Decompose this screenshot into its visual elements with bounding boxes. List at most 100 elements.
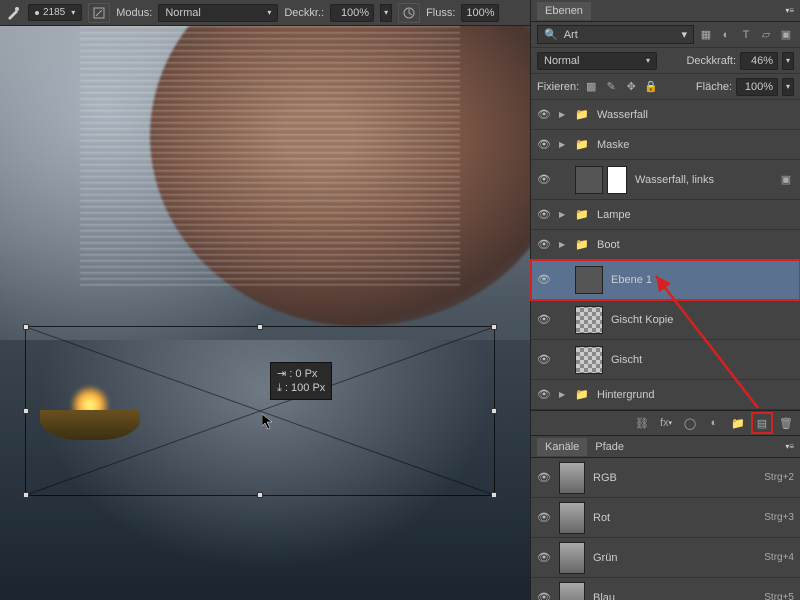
visibility-icon[interactable]: 👁 [537, 273, 551, 286]
layer-item[interactable]: 👁 Gischt Kopie [531, 300, 800, 340]
layer-filter-dropdown[interactable]: 🔍 Art ▾ [537, 25, 694, 44]
visibility-icon[interactable]: 👁 [537, 388, 551, 401]
visibility-icon[interactable]: 👁 [537, 511, 551, 524]
transform-handle[interactable] [257, 492, 263, 498]
layer-group[interactable]: 👁 ▶ 📁 Maske [531, 130, 800, 160]
transform-handle[interactable] [491, 324, 497, 330]
channel-thumbnail[interactable] [559, 542, 585, 574]
document-canvas[interactable] [0, 26, 530, 600]
layer-thumbnail[interactable] [575, 166, 603, 194]
layer-name[interactable]: Wasserfall, links [635, 174, 770, 186]
transform-handle[interactable] [23, 408, 29, 414]
expand-icon[interactable]: ▶ [559, 390, 567, 399]
channel-name[interactable]: Rot [593, 512, 756, 524]
channel-name[interactable]: Blau [593, 592, 756, 600]
expand-icon[interactable]: ▶ [559, 210, 567, 219]
pressure-opacity-toggle[interactable] [398, 3, 420, 23]
panel-menu-icon[interactable]: ▾≡ [785, 6, 794, 15]
expand-icon[interactable]: ▶ [559, 240, 567, 249]
filter-shape-icon[interactable]: ▱ [758, 27, 774, 43]
layer-group[interactable]: 👁 ▶ 📁 Hintergrund [531, 380, 800, 410]
layer-name[interactable]: Hintergrund [597, 389, 794, 401]
channel-item[interactable]: 👁 Grün Strg+4 [531, 538, 800, 578]
layer-name[interactable]: Gischt [611, 354, 794, 366]
visibility-icon[interactable]: 👁 [537, 313, 551, 326]
transform-handle[interactable] [491, 408, 497, 414]
visibility-icon[interactable]: 👁 [537, 238, 551, 251]
visibility-icon[interactable]: 👁 [537, 208, 551, 221]
lock-pixels-icon[interactable]: ✎ [603, 79, 619, 95]
layer-group[interactable]: 👁 ▶ 📁 Wasserfall [531, 100, 800, 130]
fill-input[interactable]: 100% [736, 78, 778, 96]
panel-menu-icon[interactable]: ▾≡ [785, 442, 794, 451]
new-group-icon[interactable]: 📁 [730, 415, 746, 431]
layer-name[interactable]: Lampe [597, 209, 794, 221]
visibility-icon[interactable]: 👁 [537, 173, 551, 186]
filter-type-icon[interactable]: T [738, 27, 754, 43]
filter-smart-icon[interactable]: ▣ [778, 27, 794, 43]
layer-name[interactable]: Maske [597, 139, 794, 151]
transform-handle[interactable] [491, 492, 497, 498]
layer-thumbnail[interactable] [575, 266, 603, 294]
link-layers-icon[interactable]: ⛓ [634, 415, 650, 431]
layer-group[interactable]: 👁 ▶ 📁 Boot [531, 230, 800, 260]
layer-name[interactable]: Ebene 1 [611, 274, 794, 286]
lock-position-icon[interactable]: ✥ [623, 79, 639, 95]
delete-layer-icon[interactable]: 🗑 [778, 415, 794, 431]
brush-size-picker[interactable]: 2185 ▾ [28, 4, 82, 21]
free-transform-bounds[interactable] [25, 326, 495, 496]
adjustment-layer-icon[interactable]: ◐ [706, 415, 722, 431]
layer-fx-icon[interactable]: fx▾ [658, 415, 674, 431]
channel-name[interactable]: RGB [593, 472, 756, 484]
layer-name[interactable]: Boot [597, 239, 794, 251]
tab-channels[interactable]: Kanäle [537, 438, 587, 456]
layer-mask-icon[interactable]: ◯ [682, 415, 698, 431]
filter-adjust-icon[interactable]: ◐ [718, 27, 734, 43]
visibility-icon[interactable]: 👁 [537, 591, 551, 600]
opacity-input[interactable]: 100% [330, 4, 374, 22]
flow-input[interactable]: 100% [461, 4, 499, 22]
blend-mode-dropdown[interactable]: Normal ▾ [158, 4, 278, 22]
visibility-icon[interactable]: 👁 [537, 551, 551, 564]
layer-opacity-input[interactable]: 46% [740, 52, 778, 70]
layer-item-selected[interactable]: 👁 Ebene 1 [531, 260, 800, 300]
layer-blend-dropdown[interactable]: Normal ▾ [537, 52, 657, 70]
tab-paths[interactable]: Pfade [587, 438, 632, 456]
channel-item[interactable]: 👁 RGB Strg+2 [531, 458, 800, 498]
layer-name[interactable]: Gischt Kopie [611, 314, 794, 326]
transform-handle[interactable] [257, 324, 263, 330]
channel-thumbnail[interactable] [559, 462, 585, 494]
new-layer-icon[interactable]: ▤ [754, 415, 770, 431]
expand-icon[interactable]: ▶ [559, 110, 567, 119]
layer-thumbnail[interactable] [575, 346, 603, 374]
opacity-slider-toggle[interactable]: ▾ [380, 4, 392, 22]
channel-thumbnail[interactable] [559, 502, 585, 534]
layer-mask-thumbnail[interactable] [607, 166, 627, 194]
channel-item[interactable]: 👁 Blau Strg+5 [531, 578, 800, 600]
layer-item[interactable]: 👁 Gischt [531, 340, 800, 380]
tab-layers[interactable]: Ebenen [537, 2, 591, 20]
layer-name[interactable]: Wasserfall [597, 109, 794, 121]
layers-panel-tabs: Ebenen ▾≡ [531, 0, 800, 22]
channel-item[interactable]: 👁 Rot Strg+3 [531, 498, 800, 538]
channel-name[interactable]: Grün [593, 552, 756, 564]
fill-slider[interactable]: ▾ [782, 78, 794, 96]
visibility-icon[interactable]: 👁 [537, 108, 551, 121]
lock-transparent-icon[interactable]: ▩ [583, 79, 599, 95]
layer-opacity-slider[interactable]: ▾ [782, 52, 794, 70]
visibility-icon[interactable]: 👁 [537, 353, 551, 366]
transform-handle[interactable] [23, 324, 29, 330]
transform-handle[interactable] [23, 492, 29, 498]
layer-thumbnail[interactable] [575, 306, 603, 334]
visibility-icon[interactable]: 👁 [537, 471, 551, 484]
layer-group[interactable]: 👁 ▶ 📁 Lampe [531, 200, 800, 230]
layer-filter-value: Art [564, 29, 578, 41]
channel-thumbnail[interactable] [559, 582, 585, 600]
brush-panel-toggle[interactable] [88, 3, 110, 23]
canvas-art [80, 26, 460, 286]
expand-icon[interactable]: ▶ [559, 140, 567, 149]
filter-pixel-icon[interactable]: ▦ [698, 27, 714, 43]
lock-all-icon[interactable]: 🔒 [643, 79, 659, 95]
layer-item[interactable]: 👁 Wasserfall, links ▣ [531, 160, 800, 200]
visibility-icon[interactable]: 👁 [537, 138, 551, 151]
